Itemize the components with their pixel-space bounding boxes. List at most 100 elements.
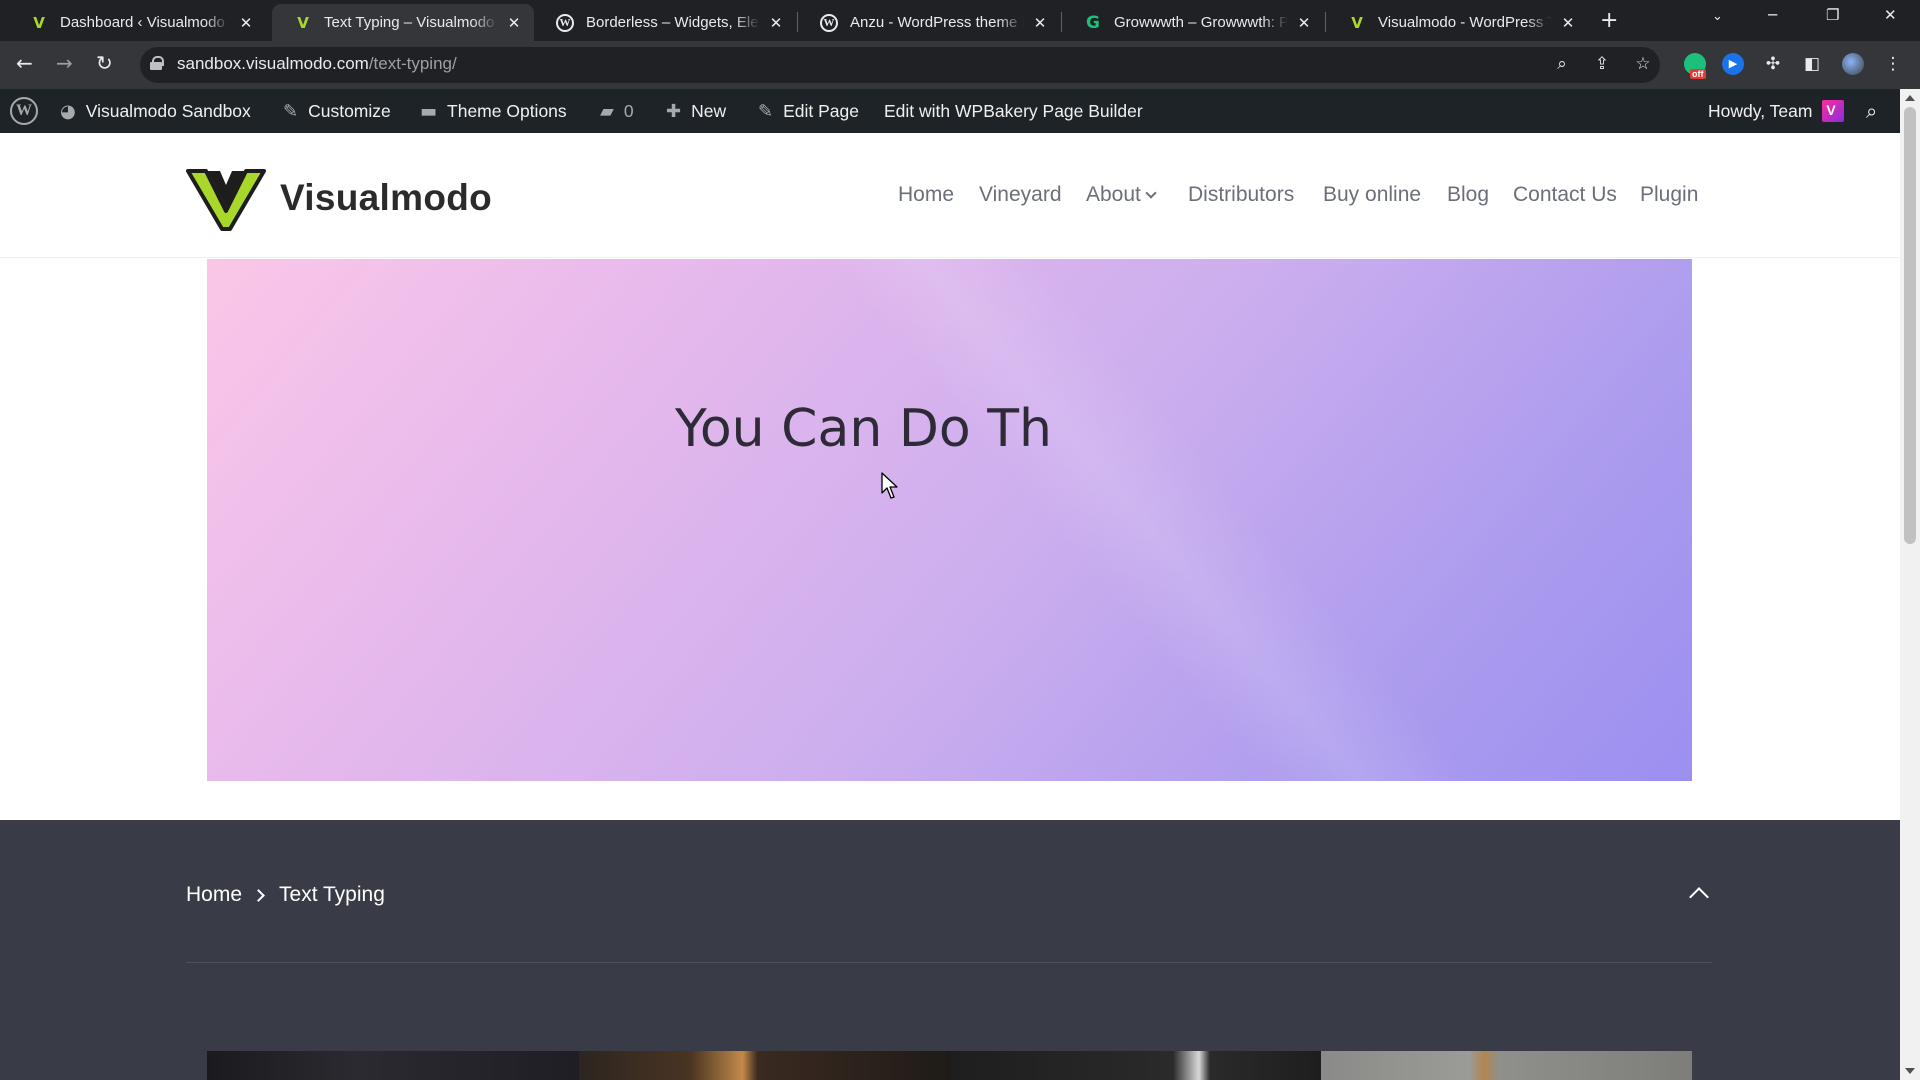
paintbrush-icon: ✎ — [283, 100, 299, 122]
tab-title: Text Typing – Visualmodo Sandbox — [324, 14, 498, 31]
admin-howdy[interactable]: Howdy, Team — [1708, 89, 1845, 133]
nav-vineyard[interactable]: Vineyard — [979, 183, 1062, 207]
divider — [186, 962, 1712, 963]
nav-distributors[interactable]: Distributors — [1188, 183, 1294, 207]
breadcrumb-home[interactable]: Home — [186, 883, 242, 907]
nav-plugin[interactable]: Plugin — [1640, 183, 1698, 207]
nav-about[interactable]: About — [1086, 183, 1157, 207]
browser-tab-visualmodo-themes[interactable]: V Visualmodo - WordPress Themes ✕ — [1326, 4, 1588, 41]
tab-title: Borderless – Widgets, Elements — [586, 14, 760, 31]
browser-tab-anzu[interactable]: W Anzu - WordPress theme | Visualmodo ✕ — [798, 4, 1060, 41]
admin-edit-page[interactable]: ✎ Edit Page — [758, 89, 859, 133]
side-panel-icon[interactable]: ◧ — [1801, 53, 1823, 75]
restore-window-icon[interactable]: ❐ — [1826, 6, 1839, 24]
content-image-strip-4 — [1321, 1051, 1692, 1080]
close-window-icon[interactable]: ✕ — [1884, 6, 1897, 24]
nav-buy-online[interactable]: Buy online — [1323, 183, 1421, 207]
close-tab-icon[interactable]: ✕ — [506, 14, 522, 32]
close-tab-icon[interactable]: ✕ — [768, 14, 784, 32]
browser-tab-borderless[interactable]: W Borderless – Widgets, Elements ✕ — [534, 4, 796, 41]
customize-label: Customize — [308, 100, 391, 121]
browser-menu-icon[interactable]: ⋮ — [1882, 53, 1904, 75]
scroll-down-icon[interactable] — [1905, 1068, 1915, 1074]
admin-search-icon[interactable]: ⌕ — [1866, 89, 1877, 133]
site-logo-text[interactable]: Visualmodo — [280, 177, 492, 219]
dashboard-gauge-icon: ◕ — [60, 100, 76, 122]
close-tab-icon[interactable]: ✕ — [1560, 14, 1576, 32]
visualmodo-logo-icon[interactable] — [186, 163, 266, 233]
nav-home[interactable]: Home — [898, 183, 954, 207]
reload-icon[interactable]: ↻ — [96, 51, 113, 75]
site-header: Visualmodo Home Vineyard About Distribut… — [0, 133, 1900, 258]
wp-logo-menu[interactable]: W — [10, 89, 38, 133]
wordpress-favicon-icon: W — [556, 13, 574, 32]
share-icon[interactable]: ⇪ — [1591, 53, 1613, 75]
typing-text-heading: You Can Do Th — [675, 399, 1052, 459]
admin-edit-wpbakery[interactable]: Edit with WPBakery Page Builder — [884, 89, 1143, 133]
edit-page-label: Edit Page — [783, 100, 859, 121]
tab-title: Visualmodo - WordPress Themes — [1378, 14, 1552, 31]
plus-icon: ✚ — [666, 100, 682, 122]
wp-admin-bar: W ◕ Visualmodo Sandbox ✎ Customize ▬ The… — [0, 89, 1900, 133]
visualmodo-favicon-icon: V — [297, 13, 309, 32]
growwwth-favicon-icon: G — [1086, 12, 1100, 33]
profile-avatar[interactable] — [1842, 53, 1864, 75]
tab-title: Dashboard ‹ Visualmodo Sandbox — [60, 14, 230, 31]
admin-theme-options[interactable]: ▬ Theme Options — [420, 89, 567, 133]
nav-blog[interactable]: Blog — [1447, 183, 1489, 207]
tab-title: Growwwth – Growwwth: Pr — [1114, 14, 1288, 31]
site-name-label: Visualmodo Sandbox — [85, 100, 251, 121]
content-image-strip-1 — [207, 1051, 579, 1080]
edit-with-label: Edit with WPBakery Page Builder — [884, 100, 1143, 121]
content-image-strip-2 — [579, 1051, 951, 1080]
breadcrumb-current: Text Typing — [279, 883, 385, 906]
scroll-up-icon[interactable] — [1905, 95, 1915, 101]
folder-icon: ▬ — [420, 100, 438, 122]
minimize-window-icon[interactable]: ─ — [1768, 6, 1777, 24]
close-tab-icon[interactable]: ✕ — [1032, 14, 1048, 32]
howdy-label: Howdy, Team — [1708, 100, 1813, 121]
zoom-icon[interactable]: ⌕ — [1551, 53, 1573, 75]
admin-site-name[interactable]: ◕ Visualmodo Sandbox — [60, 89, 251, 133]
back-icon[interactable]: ← — [16, 51, 33, 75]
url-text[interactable]: sandbox.visualmodo.com/text-typing/ — [177, 54, 457, 74]
admin-customize[interactable]: ✎ Customize — [283, 89, 391, 133]
browser-tab-strip: V Dashboard ‹ Visualmodo Sandbox ✕ V Tex… — [0, 0, 1920, 41]
nav-about-label: About — [1086, 183, 1141, 206]
browser-toolbar: ← → ↻ sandbox.visualmodo.com/text-typing… — [0, 41, 1920, 89]
browser-tab-dashboard[interactable]: V Dashboard ‹ Visualmodo Sandbox ✕ — [8, 4, 266, 41]
chevron-down-icon — [1145, 187, 1157, 199]
lock-icon[interactable] — [150, 56, 164, 70]
new-tab-icon[interactable]: + — [1600, 8, 1618, 33]
bookmark-star-icon[interactable]: ☆ — [1632, 53, 1654, 75]
pencil-icon: ✎ — [758, 100, 774, 122]
theme-options-label: Theme Options — [447, 100, 567, 121]
chevron-up-icon[interactable] — [1689, 887, 1709, 907]
wordpress-favicon-icon: W — [820, 13, 838, 32]
visualmodo-favicon-icon: V — [1351, 13, 1363, 32]
admin-comments[interactable]: ▰ 0 — [600, 89, 634, 133]
comments-count: 0 — [623, 100, 634, 121]
content-image-strip-3 — [951, 1051, 1321, 1080]
browser-tab-growwwth[interactable]: G Growwwth – Growwwth: Pr ✕ — [1062, 4, 1324, 41]
breadcrumb: Home Text Typing — [186, 883, 385, 907]
forward-icon[interactable]: → — [56, 51, 73, 75]
new-label: New — [691, 100, 727, 121]
nav-contact[interactable]: Contact Us — [1513, 183, 1617, 207]
browser-tab-text-typing[interactable]: V Text Typing – Visualmodo Sandbox ✕ — [272, 4, 534, 41]
tab-title: Anzu - WordPress theme | Visualmodo — [850, 14, 1024, 31]
page-scrollbar[interactable] — [1900, 89, 1920, 1080]
blue-extension-icon[interactable]: ▶ — [1722, 53, 1744, 75]
visualmodo-favicon-icon: V — [33, 13, 45, 32]
url-host: sandbox.visualmodo.com — [177, 54, 369, 73]
close-tab-icon[interactable]: ✕ — [238, 14, 254, 32]
tab-search-icon[interactable]: ⌄ — [1712, 9, 1723, 24]
hero-banner: You Can Do Th — [207, 259, 1692, 781]
extensions-puzzle-icon[interactable]: ✣ — [1762, 53, 1784, 75]
scrollbar-thumb[interactable] — [1904, 107, 1916, 544]
comment-bubble-icon: ▰ — [600, 100, 614, 122]
admin-new[interactable]: ✚ New — [666, 89, 726, 133]
user-avatar — [1822, 100, 1845, 122]
mouse-pointer-icon — [881, 472, 898, 499]
close-tab-icon[interactable]: ✕ — [1296, 14, 1312, 32]
